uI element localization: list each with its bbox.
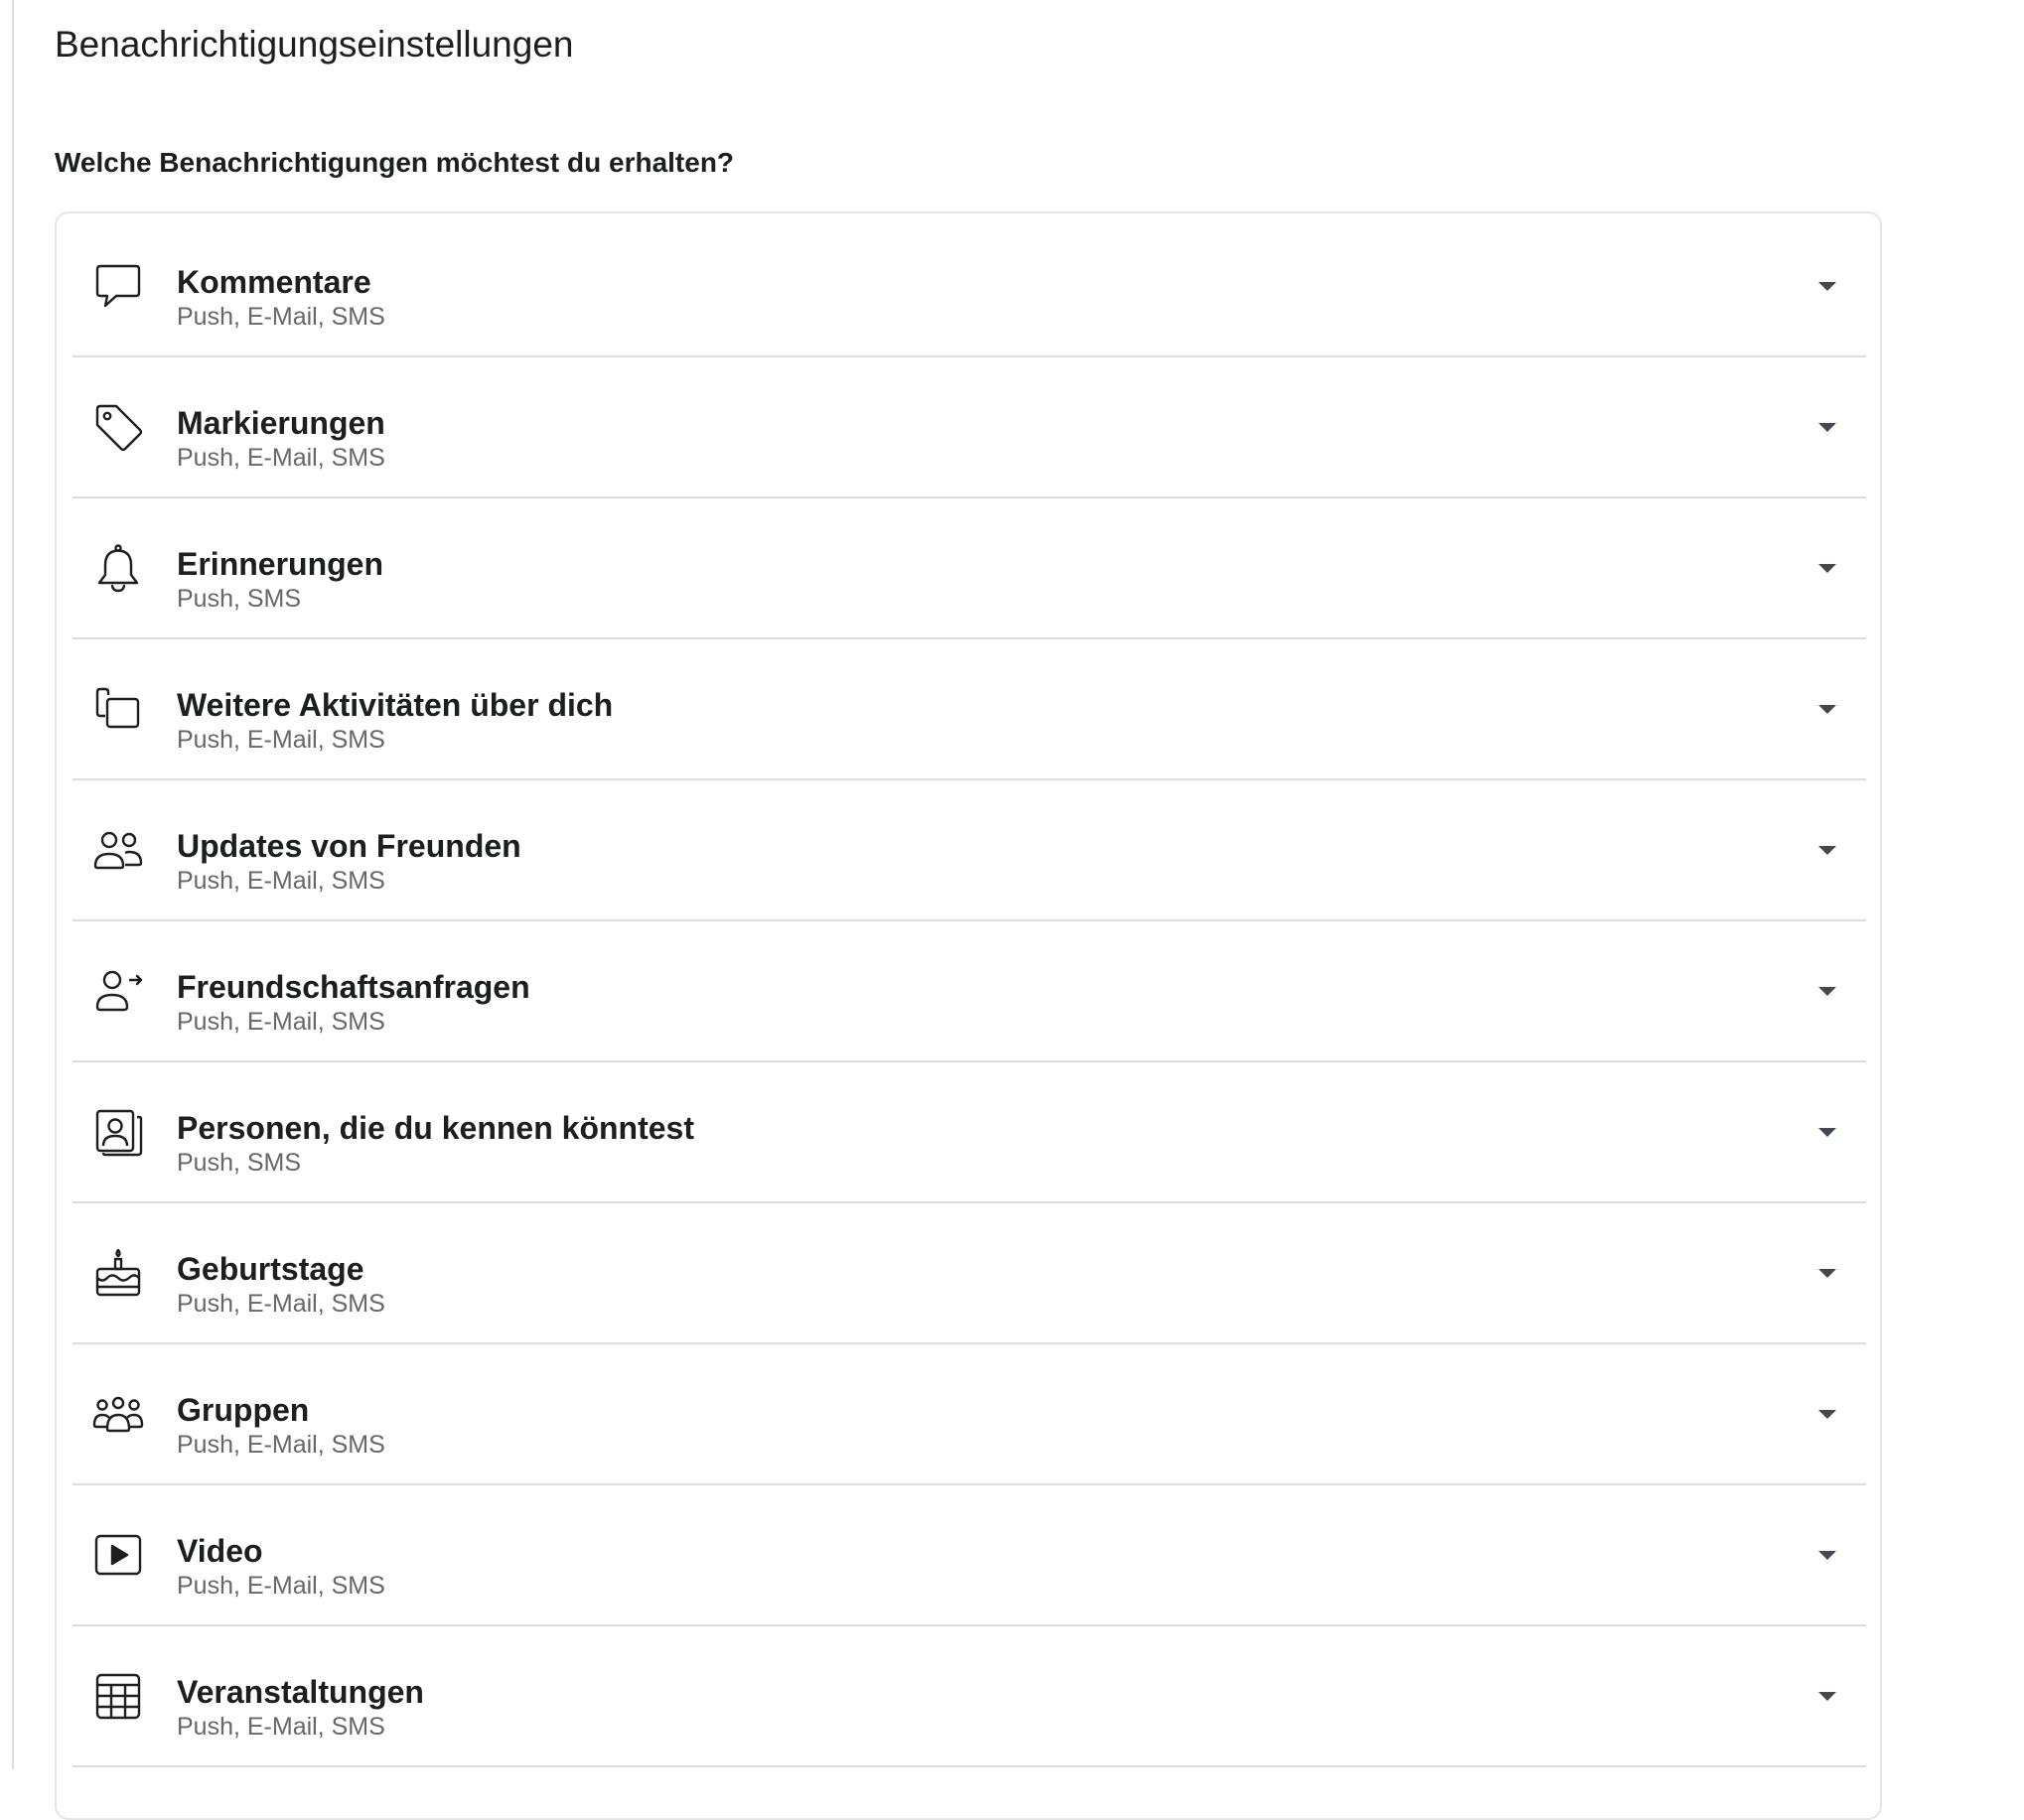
setting-title: Erinnerungen	[177, 546, 384, 582]
video-icon	[92, 1529, 144, 1581]
setting-row-people-you-may-know[interactable]: Personen, die du kennen könntest Push, S…	[72, 1062, 1866, 1203]
chevron-down-icon[interactable]	[1814, 1261, 1840, 1287]
cake-icon	[92, 1247, 144, 1299]
setting-title: Weitere Aktivitäten über dich	[177, 687, 614, 723]
setting-title: Gruppen	[177, 1392, 310, 1428]
setting-title: Personen, die du kennen könntest	[177, 1110, 694, 1146]
setting-title: Veranstaltungen	[177, 1674, 424, 1710]
setting-title: Kommentare	[177, 264, 371, 300]
setting-row-friend-updates[interactable]: Updates von Freunden Push, E-Mail, SMS	[72, 780, 1866, 921]
setting-channels: Push, SMS	[177, 1149, 302, 1177]
setting-title: Video	[177, 1533, 263, 1569]
setting-channels: Push, E-Mail, SMS	[177, 1713, 385, 1741]
setting-title: Markierungen	[177, 405, 385, 441]
setting-title: Updates von Freunden	[177, 828, 521, 864]
tag-icon	[92, 401, 144, 453]
setting-title: Freundschaftsanfragen	[177, 969, 530, 1005]
setting-channels: Push, E-Mail, SMS	[177, 726, 385, 754]
setting-row-friend-requests[interactable]: Freundschaftsanfragen Push, E-Mail, SMS	[72, 921, 1866, 1062]
setting-channels: Push, SMS	[177, 585, 302, 613]
chevron-down-icon[interactable]	[1814, 415, 1840, 441]
setting-row-comments[interactable]: Kommentare Push, E-Mail, SMS	[72, 216, 1866, 357]
setting-channels: Push, E-Mail, SMS	[177, 1290, 385, 1318]
setting-channels: Push, E-Mail, SMS	[177, 444, 385, 472]
notification-settings-list: Kommentare Push, E-Mail, SMS Markierunge…	[72, 216, 1866, 1767]
page-title: Benachrichtigungseinstellungen	[55, 24, 574, 65]
left-divider	[12, 0, 14, 1769]
chevron-down-icon[interactable]	[1814, 697, 1840, 723]
chevron-down-icon[interactable]	[1814, 1120, 1840, 1146]
calendar-icon	[92, 1670, 144, 1722]
friend-request-icon	[92, 965, 144, 1017]
activity-icon	[92, 683, 144, 735]
chevron-down-icon[interactable]	[1814, 274, 1840, 300]
comment-icon	[92, 260, 144, 312]
friends-icon	[92, 824, 144, 876]
groups-icon	[92, 1388, 144, 1440]
setting-row-video[interactable]: Video Push, E-Mail, SMS	[72, 1485, 1866, 1626]
setting-row-events[interactable]: Veranstaltungen Push, E-Mail, SMS	[72, 1626, 1866, 1767]
setting-row-tags[interactable]: Markierungen Push, E-Mail, SMS	[72, 357, 1866, 498]
setting-channels: Push, E-Mail, SMS	[177, 1008, 385, 1036]
chevron-down-icon[interactable]	[1814, 838, 1840, 864]
section-question: Welche Benachrichtigungen möchtest du er…	[55, 147, 735, 178]
setting-channels: Push, E-Mail, SMS	[177, 303, 385, 331]
setting-row-groups[interactable]: Gruppen Push, E-Mail, SMS	[72, 1344, 1866, 1485]
bell-icon	[92, 542, 144, 594]
chevron-down-icon[interactable]	[1814, 1543, 1840, 1569]
setting-row-reminders[interactable]: Erinnerungen Push, SMS	[72, 498, 1866, 639]
chevron-down-icon[interactable]	[1814, 1684, 1840, 1710]
people-suggestions-icon	[92, 1106, 144, 1158]
setting-channels: Push, E-Mail, SMS	[177, 1431, 385, 1459]
setting-row-activity[interactable]: Weitere Aktivitäten über dich Push, E-Ma…	[72, 639, 1866, 780]
setting-row-birthdays[interactable]: Geburtstage Push, E-Mail, SMS	[72, 1203, 1866, 1344]
notification-settings-panel: Kommentare Push, E-Mail, SMS Markierunge…	[55, 211, 1882, 1820]
setting-title: Geburtstage	[177, 1251, 364, 1287]
setting-channels: Push, E-Mail, SMS	[177, 867, 385, 895]
chevron-down-icon[interactable]	[1814, 1402, 1840, 1428]
chevron-down-icon[interactable]	[1814, 979, 1840, 1005]
setting-channels: Push, E-Mail, SMS	[177, 1572, 385, 1600]
chevron-down-icon[interactable]	[1814, 556, 1840, 582]
